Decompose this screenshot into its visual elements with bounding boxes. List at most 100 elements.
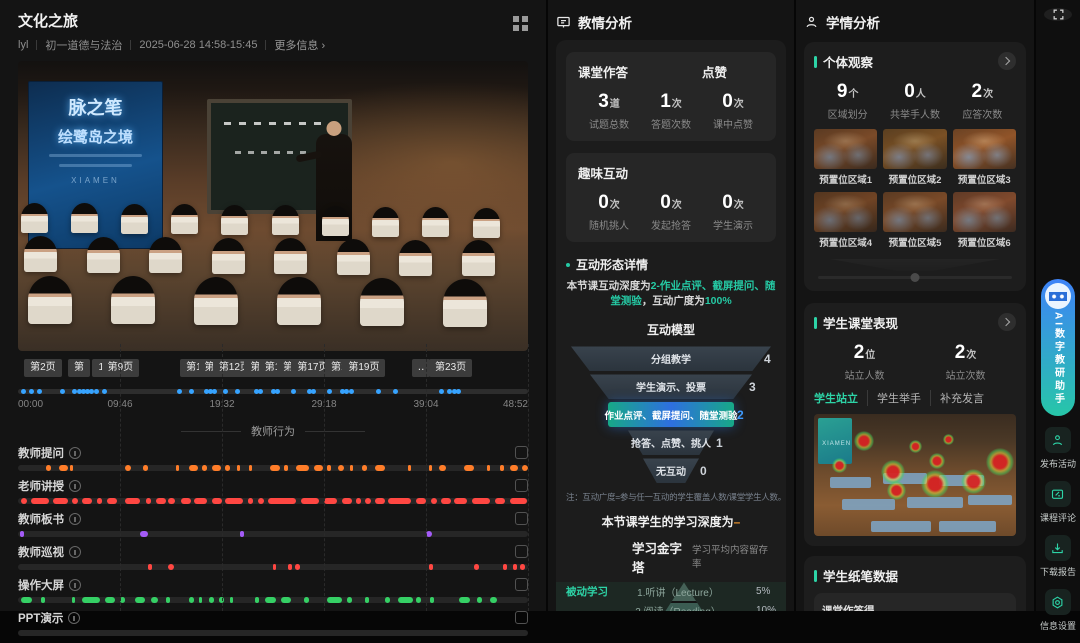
behavior-track: PPT演示 <box>18 610 528 643</box>
observation-expand-chevron-icon[interactable] <box>998 52 1016 70</box>
person-activity-icon <box>1050 433 1065 448</box>
comment-edit-icon <box>1050 487 1065 502</box>
stat-rush-answer: 0次 发起抢答 <box>640 192 702 232</box>
timeline-marker-dot[interactable] <box>21 389 26 394</box>
track-bar[interactable] <box>18 564 528 570</box>
timeline-marker-dot[interactable] <box>102 389 107 394</box>
timeline-marker-dot[interactable] <box>235 389 240 394</box>
track-bar[interactable] <box>18 498 528 504</box>
info-icon[interactable] <box>69 513 81 525</box>
track-bar[interactable] <box>18 465 528 471</box>
gear-icon <box>1050 595 1065 610</box>
stat-standing-times: 2次 站立次数 <box>915 342 1016 382</box>
stat-like-count: 0次 课中点赞 <box>702 91 764 131</box>
accent-bar <box>814 570 817 582</box>
timeline-marker-dot[interactable] <box>177 389 182 394</box>
track-bar[interactable] <box>18 597 528 603</box>
timeline-marker-dot[interactable] <box>327 389 332 394</box>
toolbar-item-label: 信息设置 <box>1040 619 1076 632</box>
timeline-marker-dot[interactable] <box>189 389 194 394</box>
fullscreen-icon <box>1052 8 1065 21</box>
timeline-marker-dot[interactable] <box>376 389 381 394</box>
camera-grid-expander[interactable] <box>814 257 1016 281</box>
teacher-name: lyl <box>18 39 28 51</box>
scroll-knob[interactable] <box>911 273 920 282</box>
camera-preset-thumb[interactable]: 预置位区域2 <box>883 129 946 186</box>
page-chip[interactable]: 第23页 <box>429 359 472 377</box>
toolbar-item-发布活动[interactable]: 发布活动 <box>1040 427 1076 470</box>
track-label: 教师巡视 <box>18 544 64 560</box>
time-tick: 29:18 <box>311 399 336 410</box>
camera-preset-thumb[interactable]: 预置位区域4 <box>814 192 877 249</box>
toolbar-item-下载报告[interactable]: 下载报告 <box>1040 535 1076 578</box>
time-tick: 48:52 <box>503 399 528 410</box>
info-icon[interactable] <box>68 612 80 624</box>
timeline-marker-dot[interactable] <box>456 389 461 394</box>
track-toggle-checkbox[interactable] <box>515 545 528 558</box>
camera-preset-thumb[interactable]: 预置位区域3 <box>953 129 1016 186</box>
timeline-marker-dot[interactable] <box>291 389 296 394</box>
track-toggle-checkbox[interactable] <box>515 512 528 525</box>
behavior-track: 教师提问 <box>18 445 528 478</box>
performance-tab[interactable]: 学生举手 <box>867 390 930 406</box>
page-chip[interactable]: 第2页 <box>24 359 62 377</box>
student-performance-card: 学生课堂表现 2位 站立人数 2次 站立次数 学生站立学生举手补充发言 XIAM… <box>804 303 1026 546</box>
learning-analysis-panel: 学情分析 个体观察 9个 区域划分 0人 共举手人数 2次 应答次数 预置位区域… <box>796 0 1034 611</box>
retention-rate-label: 学习平均内容留存率 <box>692 542 774 570</box>
track-toggle-checkbox[interactable] <box>515 446 528 459</box>
info-icon[interactable] <box>69 480 81 492</box>
track-label: 操作大屏 <box>18 577 64 593</box>
page-chip[interactable]: ‥ <box>412 359 431 377</box>
learning-analysis-icon <box>804 15 819 30</box>
toolbar-item-课程评论[interactable]: 课程评论 <box>1040 481 1076 524</box>
pyramid-header: 学习金字塔 学习平均内容留存率 <box>566 538 776 576</box>
camera-preset-thumb[interactable]: 预置位区域6 <box>953 192 1016 249</box>
pyramid-title: 学习金字塔 <box>632 538 692 576</box>
paper-data-title: 学生纸笔数据 <box>823 566 898 585</box>
info-icon[interactable] <box>69 579 81 591</box>
timeline-marker-dot[interactable] <box>311 389 316 394</box>
timeline-marker-dot[interactable] <box>393 389 398 394</box>
timeline-marker-dot[interactable] <box>94 389 99 394</box>
behavior-track: 教师板书 <box>18 511 528 544</box>
funnel-row: 无互动0 <box>571 458 771 483</box>
page-chip[interactable]: 第19页 <box>342 359 385 377</box>
performance-expand-chevron-icon[interactable] <box>998 313 1016 331</box>
camera-preset-thumb[interactable]: 预置位区域5 <box>883 192 946 249</box>
video-timeline[interactable] <box>18 389 528 394</box>
ai-assistant-button[interactable]: AI数字教研助手 <box>1041 279 1075 416</box>
teaching-analysis-panel: 教情分析 课堂作答 点赞 3道 试题总数 1次 答题次数 <box>548 0 794 611</box>
timeline-marker-dot[interactable] <box>29 389 34 394</box>
fullscreen-button[interactable] <box>1044 8 1072 21</box>
timeline-marker-dot[interactable] <box>349 389 354 394</box>
video-player[interactable]: 脉之笔 绘鹭岛之境 XIAMEN <box>18 61 528 351</box>
timeline-marker-dot[interactable] <box>223 389 228 394</box>
page-chip[interactable]: 第9页 <box>102 359 140 377</box>
timeline-marker-dot[interactable] <box>212 389 217 394</box>
timeline-marker-dot[interactable] <box>37 389 42 394</box>
track-toggle-checkbox[interactable] <box>515 611 528 624</box>
timeline-marker-dot[interactable] <box>60 389 65 394</box>
timeline-marker-dot[interactable] <box>258 389 263 394</box>
performance-tab[interactable]: 补充发言 <box>930 390 993 406</box>
layout-grid-icon[interactable] <box>513 16 528 31</box>
info-icon[interactable] <box>69 546 81 558</box>
pyramid-row: 被动学习1.听讲（Lecture）5% <box>556 582 786 601</box>
timeline-marker-dot[interactable] <box>275 389 280 394</box>
ai-assistant-label: AI数字教研助手 <box>1051 312 1066 406</box>
more-info-link[interactable]: 更多信息 › <box>274 37 325 53</box>
paper-data-card: 学生纸笔数据 课堂作答得分率 0% 课堂活跃度 100% <box>804 556 1026 611</box>
track-toggle-checkbox[interactable] <box>515 479 528 492</box>
info-icon[interactable] <box>69 447 81 459</box>
track-bar[interactable] <box>18 531 528 537</box>
learning-depth-intro: 本节课学生的学习深度为– <box>566 513 776 530</box>
funnel-row: 分组教学4 <box>571 346 771 371</box>
camera-preset-thumb[interactable]: 预置位区域1 <box>814 129 877 186</box>
performance-tab[interactable]: 学生站立 <box>814 390 867 406</box>
behavior-tracks: 教师提问老师讲授教师板书教师巡视操作大屏PPT演示 <box>18 445 528 643</box>
track-bar[interactable] <box>18 630 528 636</box>
timeline-marker-dot[interactable] <box>439 389 444 394</box>
page-chip[interactable]: 第 <box>68 359 90 377</box>
funnel-note: 注：互动广度=参与任一互动的学生覆盖人数/课堂学生人数。 <box>566 491 776 503</box>
track-toggle-checkbox[interactable] <box>515 578 528 591</box>
